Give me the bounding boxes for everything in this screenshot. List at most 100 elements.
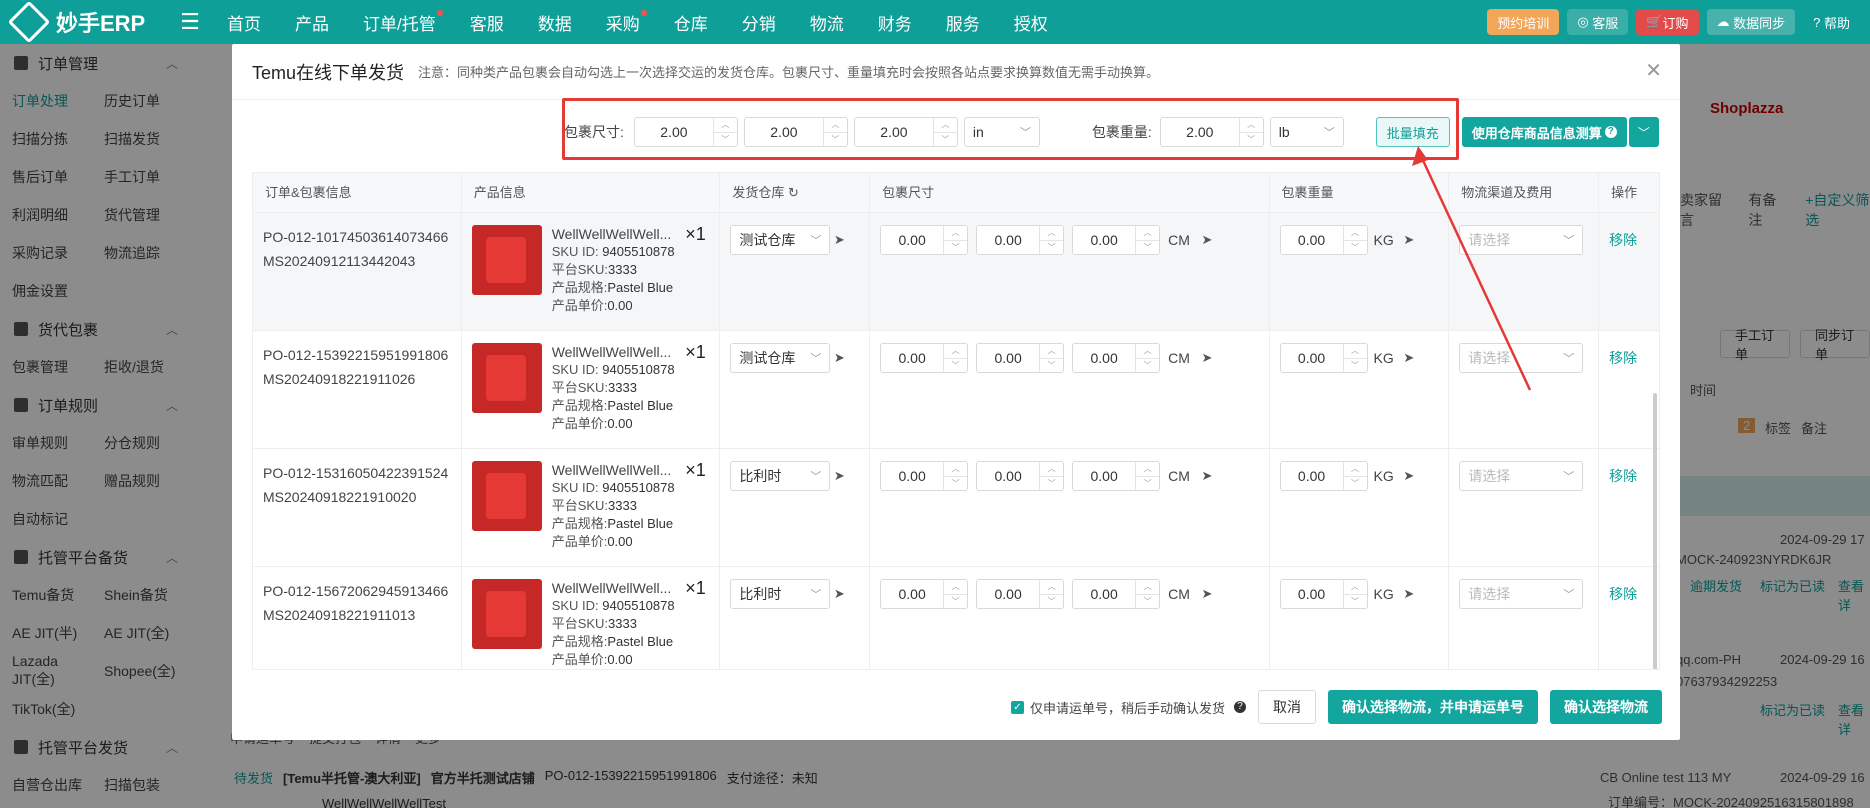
chevron-up-icon[interactable]: ︿ — [1040, 580, 1064, 595]
stepper[interactable]: ︿ ﹀ — [943, 226, 968, 255]
chevron-down-icon[interactable]: ﹀ — [1040, 359, 1063, 373]
height-input[interactable]: 0.00 ︿ ﹀ — [1072, 343, 1161, 373]
chevron-up-icon[interactable]: ︿ — [1136, 580, 1160, 595]
chevron-down-icon[interactable]: ﹀ — [1344, 359, 1367, 373]
cancel-button[interactable]: 取消 — [1258, 690, 1316, 724]
nav-data[interactable]: 数据 — [521, 10, 589, 35]
stepper[interactable]: ︿ ﹀ — [1238, 118, 1263, 147]
chevron-up-icon[interactable]: ︿ — [1343, 344, 1367, 359]
chevron-down-icon[interactable]: ﹀ — [1344, 241, 1367, 255]
send-icon[interactable]: ➤ — [830, 225, 848, 255]
height-input[interactable]: 0.00 ︿ ﹀ — [1072, 461, 1161, 491]
nav-purchase[interactable]: 采购 — [589, 9, 657, 35]
stepper[interactable]: ︿ ﹀ — [1342, 462, 1367, 490]
batch-length-input[interactable]: 2.00 ︿ ﹀ — [633, 117, 738, 147]
chevron-up-icon[interactable]: ︿ — [1343, 462, 1367, 477]
stepper[interactable]: ︿ ﹀ — [1135, 344, 1160, 372]
send-icon[interactable]: ➤ — [1198, 343, 1216, 373]
menu-toggle-icon[interactable]: ☰ — [170, 9, 210, 35]
weight-input[interactable]: 0.00 ︿ ﹀ — [1279, 343, 1368, 373]
stepper[interactable]: ︿ ﹀ — [1135, 462, 1160, 491]
sync-button[interactable]: ☁ 数据同步 — [1706, 9, 1796, 35]
nav-services[interactable]: 服务 — [929, 10, 997, 35]
chevron-down-icon[interactable]: ﹀ — [934, 133, 957, 147]
stepper[interactable]: ︿ ﹀ — [1039, 344, 1064, 373]
chevron-up-icon[interactable]: ︿ — [1136, 344, 1160, 359]
stepper[interactable]: ︿ ﹀ — [822, 118, 847, 146]
nav-products[interactable]: 产品 — [278, 10, 346, 35]
chevron-down-icon[interactable]: ﹀ — [944, 595, 967, 609]
channel-select[interactable]: 请选择 ﹀ — [1459, 225, 1584, 255]
chevron-down-icon[interactable]: ﹀ — [1344, 595, 1367, 609]
stepper[interactable]: ︿ ﹀ — [1342, 344, 1367, 373]
nav-warehouse[interactable]: 仓库 — [657, 10, 725, 35]
channel-select[interactable]: 请选择 ﹀ — [1459, 343, 1584, 373]
chevron-up-icon[interactable]: ︿ — [944, 580, 968, 595]
stepper[interactable]: ︿ ﹀ — [943, 344, 968, 373]
stepper[interactable]: ︿ ﹀ — [1135, 226, 1160, 254]
chevron-up-icon[interactable]: ︿ — [1040, 344, 1064, 359]
nav-distribution[interactable]: 分销 — [725, 10, 793, 35]
chevron-down-icon[interactable]: ﹀ — [714, 133, 737, 147]
send-icon[interactable]: ➤ — [1198, 579, 1216, 609]
send-icon[interactable]: ➤ — [1198, 461, 1216, 491]
chevron-up-icon[interactable]: ︿ — [1343, 226, 1367, 241]
apply-only-checkbox[interactable]: ✓ 仅申请运单号，稍后手动确认发货? — [1010, 698, 1246, 717]
chevron-down-icon[interactable]: ﹀ — [1040, 595, 1063, 609]
nav-logistics[interactable]: 物流 — [793, 10, 861, 35]
refresh-icon[interactable]: ↻ — [788, 185, 799, 200]
chevron-down-icon[interactable]: ﹀ — [944, 359, 967, 373]
stepper[interactable]: ︿ ﹀ — [712, 118, 737, 147]
height-input[interactable]: 0.00 ︿ ﹀ — [1072, 579, 1161, 609]
width-input[interactable]: 0.00 ︿ ﹀ — [976, 225, 1065, 255]
scrollbar[interactable] — [1653, 393, 1657, 669]
stepper[interactable]: ︿ ﹀ — [1039, 226, 1064, 255]
product-thumbnail[interactable] — [471, 461, 542, 531]
product-name[interactable]: WellWellWellWell... — [552, 343, 672, 361]
chevron-down-icon[interactable]: ﹀ — [1136, 595, 1159, 609]
nav-authorization[interactable]: 授权 — [997, 10, 1065, 35]
chevron-up-icon[interactable]: ︿ — [1040, 462, 1064, 477]
product-name[interactable]: WellWellWellWell... — [552, 225, 672, 243]
check-icon[interactable]: ✓ — [1010, 700, 1024, 714]
nav-home[interactable]: 首页 — [210, 10, 278, 35]
service-button[interactable]: ◎ 客服 — [1567, 9, 1629, 35]
chevron-up-icon[interactable]: ︿ — [823, 118, 847, 133]
chevron-up-icon[interactable]: ︿ — [944, 462, 968, 477]
chevron-up-icon[interactable]: ︿ — [1136, 226, 1160, 241]
send-icon[interactable]: ➤ — [830, 579, 848, 609]
warehouse-select[interactable]: 比利时 ﹀ — [730, 461, 831, 491]
size-unit-select[interactable]: in ﹀ — [963, 117, 1040, 147]
batch-weight-input[interactable]: 2.00 ︿ ﹀ — [1159, 117, 1264, 147]
chevron-up-icon[interactable]: ︿ — [713, 118, 737, 133]
batch-height-input[interactable]: 2.00 ︿ ﹀ — [853, 117, 958, 147]
height-input[interactable]: 0.00 ︿ ﹀ — [1072, 225, 1161, 255]
chevron-down-icon[interactable]: ﹀ — [1040, 477, 1063, 491]
close-icon[interactable]: ✕ — [1645, 58, 1662, 83]
product-thumbnail[interactable] — [471, 579, 542, 649]
length-input[interactable]: 0.00 ︿ ﹀ — [880, 461, 969, 491]
stepper[interactable]: ︿ ﹀ — [943, 580, 968, 609]
length-input[interactable]: 0.00 ︿ ﹀ — [880, 225, 969, 255]
channel-select[interactable]: 请选择 ﹀ — [1459, 461, 1584, 491]
product-name[interactable]: WellWellWellWell... — [552, 461, 672, 479]
send-icon[interactable]: ➤ — [1400, 461, 1418, 491]
width-input[interactable]: 0.00 ︿ ﹀ — [976, 579, 1065, 609]
send-icon[interactable]: ➤ — [1400, 225, 1418, 255]
chevron-up-icon[interactable]: ︿ — [944, 226, 968, 241]
chevron-down-icon[interactable]: ﹀ — [944, 241, 967, 255]
order-button[interactable]: 🛒 订购 — [1636, 9, 1699, 35]
warehouse-select[interactable]: 测试仓库 ﹀ — [730, 225, 831, 255]
chevron-down-icon[interactable]: ﹀ — [1136, 477, 1159, 491]
chevron-down-icon[interactable]: ﹀ — [1240, 133, 1263, 147]
product-thumbnail[interactable] — [471, 343, 542, 413]
length-input[interactable]: 0.00 ︿ ﹀ — [880, 343, 969, 373]
chevron-up-icon[interactable]: ︿ — [1040, 226, 1064, 241]
chevron-down-icon[interactable]: ﹀ — [1040, 241, 1063, 255]
channel-select[interactable]: 请选择 ﹀ — [1459, 579, 1584, 609]
stepper[interactable]: ︿ ﹀ — [1039, 580, 1064, 609]
width-input[interactable]: 0.00 ︿ ﹀ — [976, 343, 1065, 373]
confirm-button[interactable]: 确认选择物流 — [1550, 690, 1662, 724]
calc-dropdown-button[interactable]: ﹀ — [1628, 117, 1659, 147]
stepper[interactable]: ︿ ﹀ — [1135, 580, 1160, 609]
